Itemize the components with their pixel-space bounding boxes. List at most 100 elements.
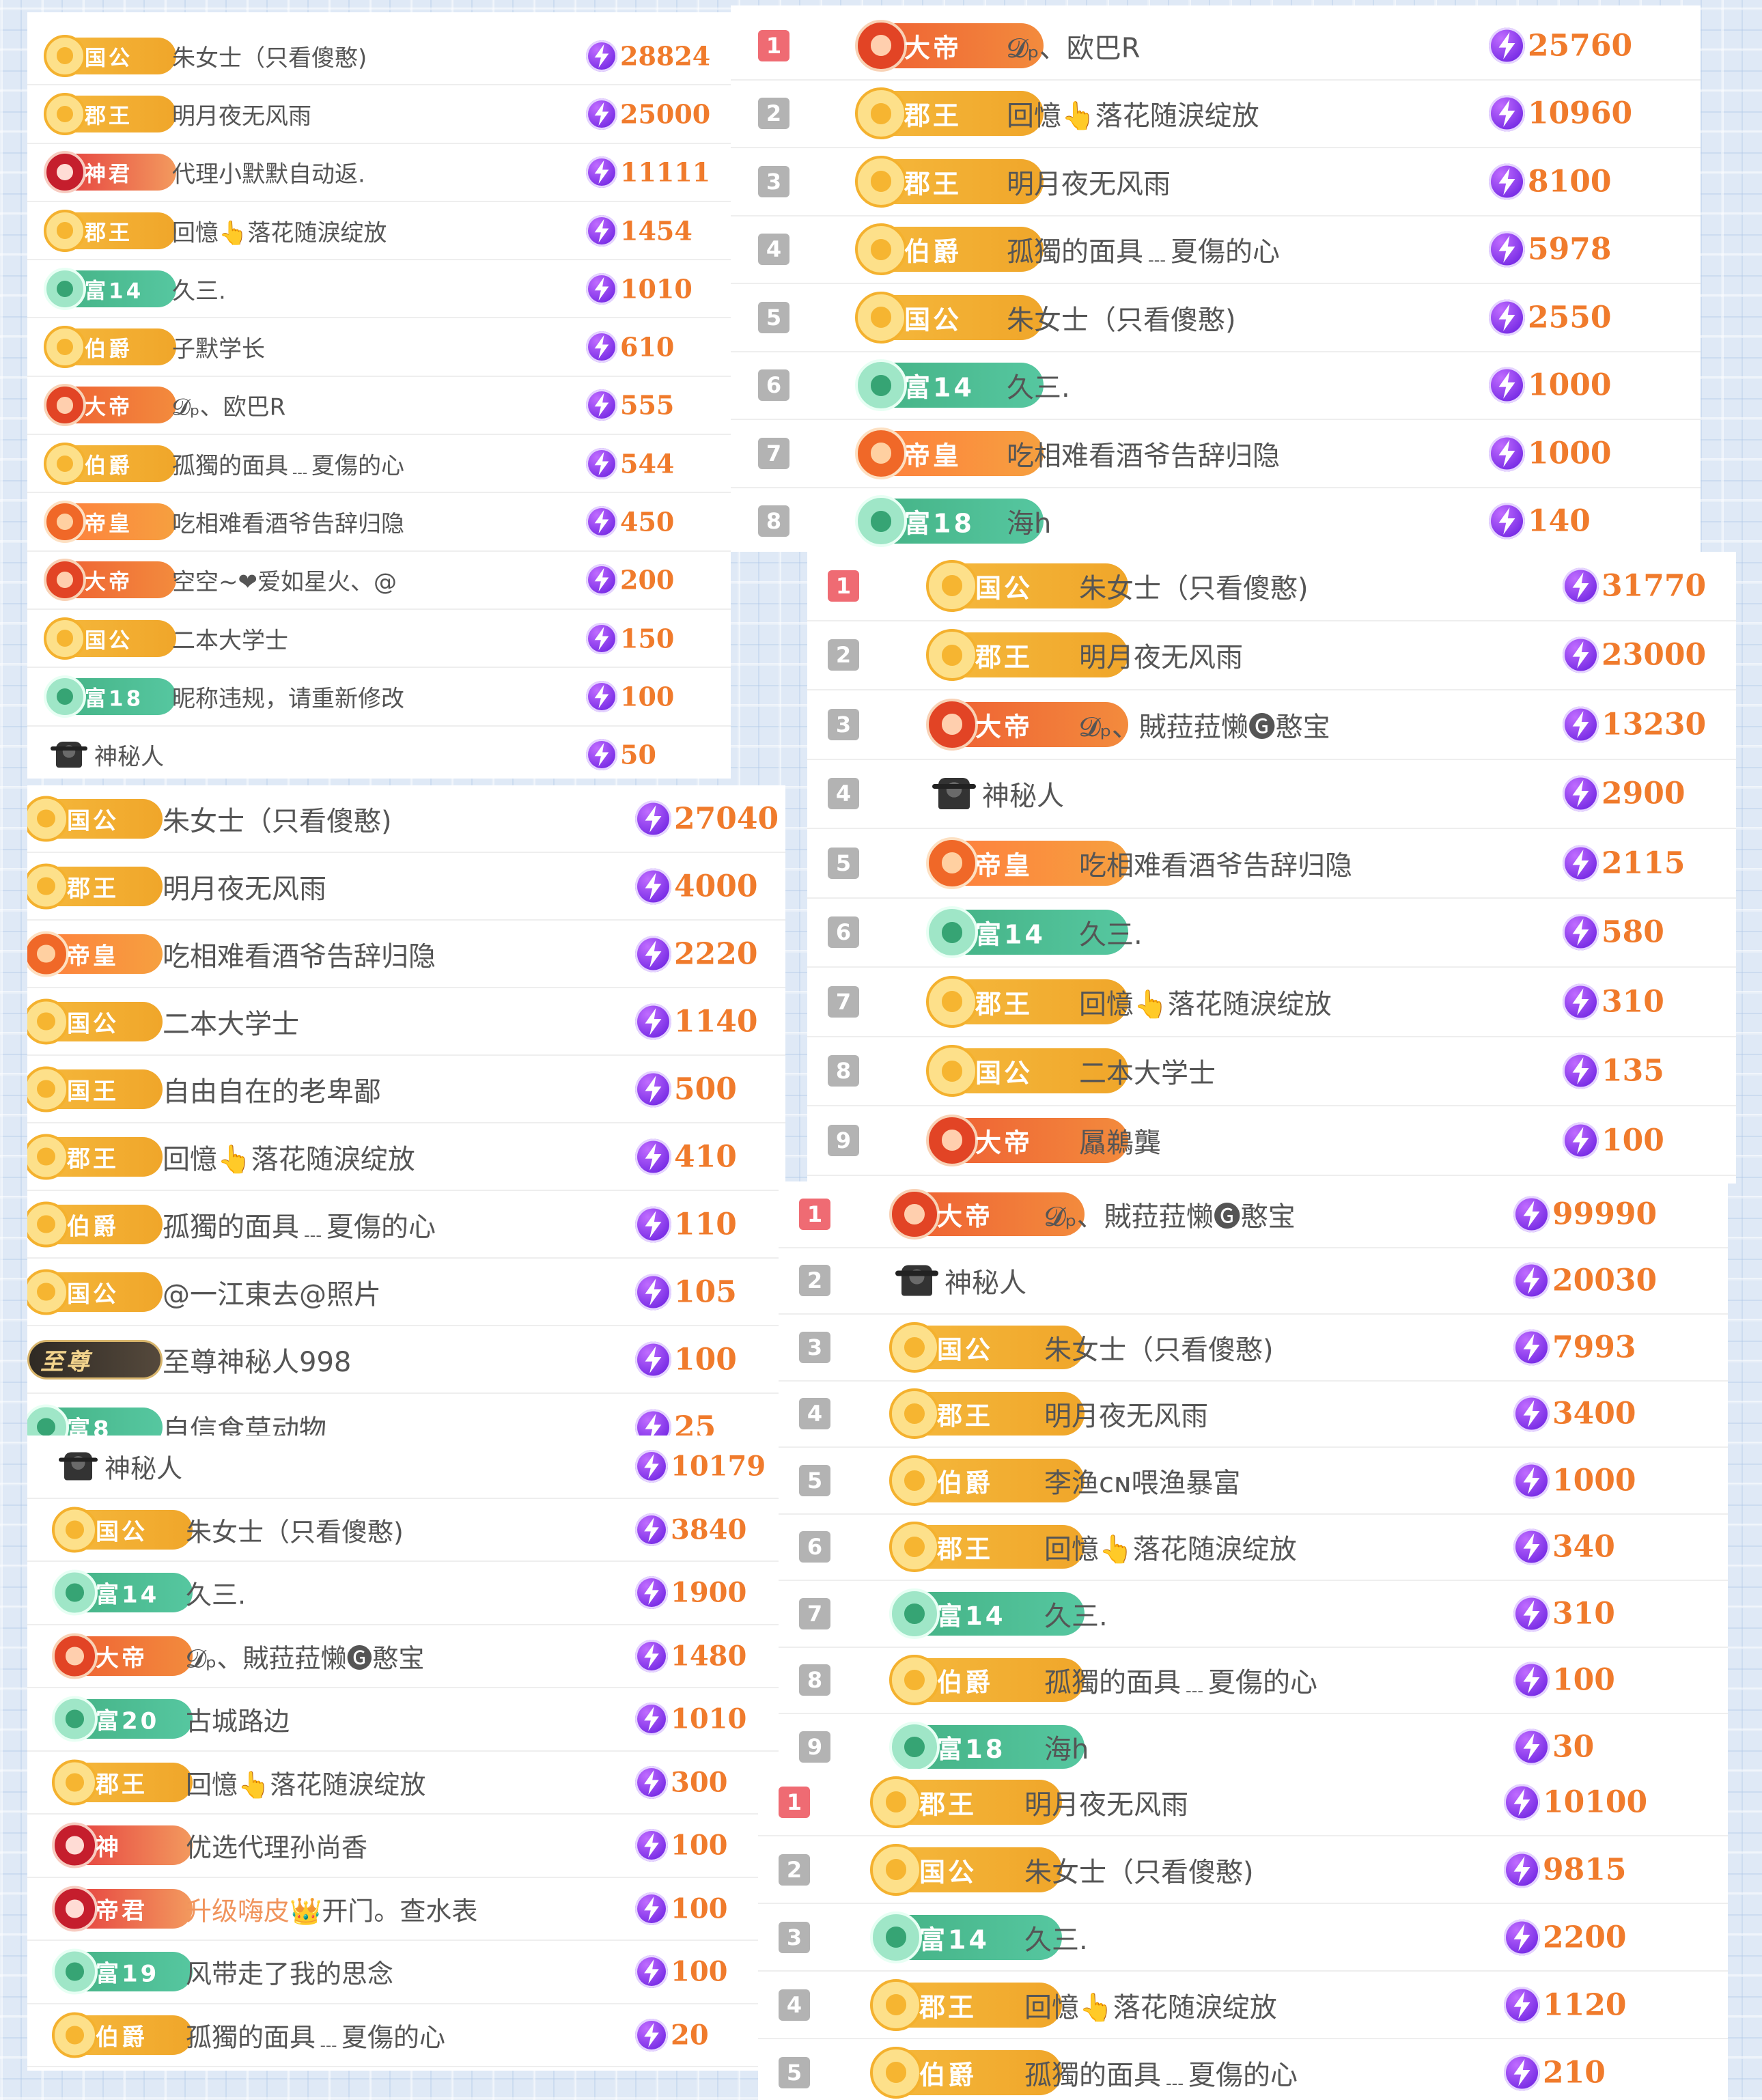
user-name[interactable]: 吃相难看酒爷告辞归隐: [1007, 434, 1280, 473]
leaderboard-row[interactable]: 1 大帝 𝓓ₚ、賊菈菈懒🅖憨宝 99990: [779, 1181, 1728, 1248]
leaderboard-row[interactable]: 帝皇 吃相难看酒爷告辞归隐 2220: [27, 921, 785, 988]
leaderboard-row[interactable]: 伯爵 孤獨的面具﹍夏傷的心 110: [27, 1191, 785, 1259]
user-name[interactable]: 朱女士（只看傻憨): [186, 1511, 404, 1548]
leaderboard-row[interactable]: 郡王 回憶👆落花随淚绽放 410: [27, 1123, 785, 1191]
leaderboard-row[interactable]: 国公 @一江東去@照片 105: [27, 1259, 785, 1326]
user-name[interactable]: 明月夜无风雨: [163, 867, 326, 906]
user-name[interactable]: 李渔ᴄɴ喂渔暴富: [1044, 1461, 1240, 1500]
user-name[interactable]: 吃相难看酒爷告辞归隐: [172, 505, 404, 539]
leaderboard-row[interactable]: 国王 自由自在的老卑鄙 500: [27, 1056, 785, 1123]
leaderboard-row[interactable]: 神秘人 50: [27, 727, 731, 779]
leaderboard-row[interactable]: 郡王 明月夜无风雨 4000: [27, 853, 785, 921]
leaderboard-row[interactable]: 富14 久三. 1900: [27, 1562, 779, 1625]
leaderboard-row[interactable]: 神君 代理小默默自动返. 11111: [27, 144, 731, 202]
user-name[interactable]: 明月夜无风雨: [1007, 162, 1171, 201]
user-name[interactable]: 昵称违规，请重新修改: [172, 680, 404, 713]
user-name[interactable]: 自信食草动物: [163, 1408, 326, 1436]
leaderboard-row[interactable]: 郡王 明月夜无风雨 25000: [27, 85, 731, 144]
user-name[interactable]: 明月夜无风雨: [1044, 1394, 1208, 1433]
leaderboard-row[interactable]: 大帝 𝓓ₚ、欧巴R 555: [27, 377, 731, 436]
leaderboard-row[interactable]: 大帝 𝓓ₚ、賊菈菈懒🅖憨宝 1480: [27, 1625, 779, 1688]
user-name[interactable]: 𝓓ₚ、欧巴R: [172, 389, 285, 422]
user-name[interactable]: 自由自在的老卑鄙: [163, 1069, 381, 1109]
leaderboard-row[interactable]: 4 神秘人 2900: [807, 760, 1736, 829]
leaderboard-row[interactable]: 4 郡王 回憶👆落花随淚绽放 1120: [758, 1972, 1728, 2039]
leaderboard-row[interactable]: 国公 二本大学士 150: [27, 610, 731, 669]
leaderboard-row[interactable]: 神 优选代理孙尚香 100: [27, 1815, 779, 1878]
user-name[interactable]: 海h: [1044, 1727, 1089, 1767]
user-name[interactable]: 至尊神秘人998: [163, 1340, 351, 1380]
leaderboard-row[interactable]: 郡王 回憶👆落花随淚绽放 1454: [27, 202, 731, 261]
user-name[interactable]: 孤獨的面具﹍夏傷的心: [1044, 1660, 1317, 1700]
user-name[interactable]: 𝓓ₚ、賊菈菈懒🅖憨宝: [1044, 1194, 1296, 1234]
user-name[interactable]: 风带走了我的思念: [186, 1953, 393, 1991]
leaderboard-row[interactable]: 至尊 至尊神秘人998 100: [27, 1326, 785, 1394]
user-name[interactable]: 神秘人: [945, 1261, 1026, 1300]
user-name[interactable]: 朱女士（只看傻憨): [163, 799, 392, 839]
leaderboard-row[interactable]: 1 郡王 明月夜无风雨 10100: [758, 1769, 1728, 1836]
leaderboard-row[interactable]: 3 富14 久三. 2200: [758, 1904, 1728, 1972]
user-name[interactable]: 二本大学士: [172, 621, 288, 655]
user-name[interactable]: 孤獨的面具﹍夏傷的心: [1007, 229, 1280, 269]
leaderboard-row[interactable]: 2 国公 朱女士（只看傻憨) 9815: [758, 1836, 1728, 1904]
leaderboard-row[interactable]: 2 郡王 回憶👆落花随淚绽放 10960: [731, 81, 1701, 148]
leaderboard-row[interactable]: 6 郡王 回憶👆落花随淚绽放 340: [779, 1515, 1728, 1581]
user-name[interactable]: 空空~❤爱如星火、@: [172, 563, 397, 597]
user-name[interactable]: 回憶👆落花随淚绽放: [163, 1137, 415, 1177]
leaderboard-row[interactable]: 国公 朱女士（只看傻憨) 28824: [27, 27, 731, 86]
leaderboard-row[interactable]: 1 大帝 𝓓ₚ、欧巴R 25760: [731, 12, 1701, 81]
leaderboard-row[interactable]: 伯爵 子默学长 610: [27, 319, 731, 377]
user-name[interactable]: 吃相难看酒爷告辞归隐: [1079, 843, 1352, 883]
user-name[interactable]: 神秘人: [982, 774, 1064, 813]
leaderboard-row[interactable]: 神秘人 10179: [27, 1436, 779, 1499]
user-name[interactable]: 朱女士（只看傻憨): [172, 39, 367, 72]
user-name[interactable]: 朱女士（只看傻憨): [1079, 566, 1309, 606]
user-name[interactable]: 朱女士（只看傻憨): [1024, 1850, 1254, 1890]
user-name[interactable]: 回憶👆落花随淚绽放: [172, 214, 387, 247]
leaderboard-row[interactable]: 4 郡王 明月夜无风雨 3400: [779, 1382, 1728, 1448]
leaderboard-row[interactable]: 大帝 空空~❤爱如星火、@ 200: [27, 552, 731, 610]
user-name[interactable]: 二本大学士: [1079, 1051, 1216, 1091]
user-name[interactable]: 明月夜无风雨: [172, 97, 311, 130]
leaderboard-row[interactable]: 帝皇 吃相难看酒爷告辞归隐 450: [27, 493, 731, 552]
leaderboard-row[interactable]: 6 富14 久三. 1000: [731, 352, 1701, 420]
user-name[interactable]: 孤獨的面具﹍夏傷的心: [1024, 2053, 1298, 2092]
user-name[interactable]: 明月夜无风雨: [1024, 1782, 1188, 1822]
leaderboard-row[interactable]: 5 帝皇 吃相难看酒爷告辞归隐 2115: [807, 829, 1736, 899]
leaderboard-row[interactable]: 2 神秘人 20030: [779, 1248, 1728, 1315]
user-name[interactable]: @一江東去@照片: [163, 1272, 381, 1312]
leaderboard-row[interactable]: 7 富14 久三. 310: [779, 1581, 1728, 1648]
leaderboard-row[interactable]: 国公 朱女士（只看傻憨) 27040: [27, 785, 785, 853]
user-name[interactable]: 神秘人: [104, 1448, 182, 1485]
leaderboard-row[interactable]: 7 帝皇 吃相难看酒爷告辞归隐 1000: [731, 420, 1701, 488]
user-name[interactable]: 久三.: [1079, 912, 1143, 952]
user-name[interactable]: 吃相难看酒爷告辞归隐: [163, 934, 436, 974]
leaderboard-row[interactable]: 富18 昵称违规，请重新修改 100: [27, 668, 731, 727]
leaderboard-row[interactable]: 郡王 回憶👆落花随淚绽放 300: [27, 1752, 779, 1815]
leaderboard-row[interactable]: 3 大帝 𝓓ₚ、賊菈菈懒🅖憨宝 13230: [807, 690, 1736, 760]
leaderboard-row[interactable]: 8 富18 海h 140: [731, 488, 1701, 552]
leaderboard-row[interactable]: 3 郡王 明月夜无风雨 8100: [731, 148, 1701, 216]
leaderboard-row[interactable]: 伯爵 孤獨的面具﹍夏傷的心 544: [27, 435, 731, 494]
user-name[interactable]: 代理小默默自动返.: [172, 156, 365, 189]
user-name[interactable]: 久三.: [1007, 365, 1070, 405]
leaderboard-row[interactable]: 5 伯爵 孤獨的面具﹍夏傷的心 210: [758, 2039, 1728, 2100]
user-name[interactable]: 二本大学士: [163, 1002, 299, 1041]
user-name[interactable]: 明月夜无风雨: [1079, 635, 1243, 675]
user-name[interactable]: 回憶👆落花随淚绽放: [1044, 1527, 1297, 1567]
leaderboard-row[interactable]: 富19 风带走了我的思念 100: [27, 1941, 779, 2004]
user-name[interactable]: 朱女士（只看傻憨): [1007, 298, 1236, 337]
leaderboard-row[interactable]: 国公 二本大学士 1140: [27, 988, 785, 1056]
leaderboard-row[interactable]: 富8 自信食草动物 25: [27, 1394, 785, 1436]
leaderboard-row[interactable]: 伯爵 孤獨的面具﹍夏傷的心 20: [27, 2004, 779, 2067]
user-name[interactable]: 神秘人: [94, 738, 164, 772]
leaderboard-row[interactable]: 3 国公 朱女士（只看傻憨) 7993: [779, 1315, 1728, 1382]
user-name[interactable]: 𝓓ₚ、賊菈菈懒🅖憨宝: [186, 1637, 424, 1675]
user-name[interactable]: 回憶👆落花随淚绽放: [1024, 1985, 1277, 2025]
user-name[interactable]: 海h: [1007, 501, 1051, 541]
user-name[interactable]: 升级嗨皮👑开门。查水表: [186, 1890, 477, 1927]
user-name[interactable]: 屭鵜龔: [1079, 1121, 1161, 1160]
user-name[interactable]: 回憶👆落花随淚绽放: [1079, 982, 1332, 1022]
user-name[interactable]: 久三.: [186, 1574, 246, 1612]
leaderboard-row[interactable]: 2 郡王 明月夜无风雨 23000: [807, 621, 1736, 690]
